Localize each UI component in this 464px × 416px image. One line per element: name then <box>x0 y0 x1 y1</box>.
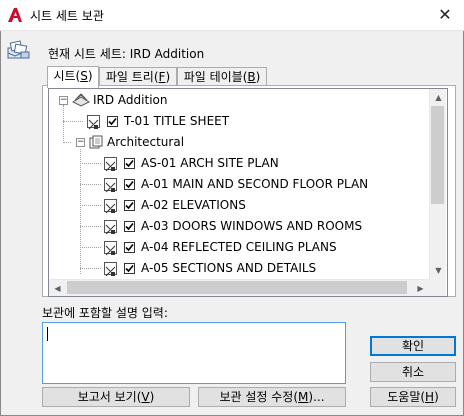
tree-root-label: IRD Addition <box>93 93 168 107</box>
sheet-label: A-01 MAIN AND SECOND FLOOR PLAN <box>141 177 369 191</box>
current-sheet-set-label: 현재 시트 세트: IRD Addition <box>48 47 205 61</box>
collapse-icon[interactable]: − <box>76 138 85 147</box>
archive-package-icon <box>7 40 30 59</box>
tree-node-sheet[interactable]: A-05 SECTIONS AND DETAILS <box>49 258 429 278</box>
cancel-button[interactable]: 취소 <box>370 362 456 382</box>
include-checkbox[interactable] <box>124 179 135 190</box>
window-title: 시트 세트 보관 <box>30 9 104 23</box>
sheet-set-icon <box>71 93 91 107</box>
include-checkbox[interactable] <box>124 158 135 169</box>
tree-node-subset[interactable]: − Architectural <box>49 132 429 152</box>
scroll-up-icon[interactable]: ▲ <box>430 89 447 106</box>
scroll-left-icon[interactable]: ◀ <box>49 280 66 297</box>
tree-node-sheet[interactable]: A-04 REFLECTED CEILING PLANS <box>49 237 429 257</box>
sheet-label: A-03 DOORS WINDOWS AND ROOMS <box>141 219 363 233</box>
sheet-layout-icon <box>104 157 117 172</box>
description-input[interactable] <box>42 322 346 384</box>
sheet-layout-icon <box>104 262 117 277</box>
autocad-app-icon[interactable] <box>6 6 24 24</box>
collapse-icon[interactable]: − <box>59 96 68 105</box>
include-checkbox[interactable] <box>124 242 135 253</box>
include-checkbox[interactable] <box>124 200 135 211</box>
title-bar: 시트 세트 보관 ✕ <box>0 0 464 31</box>
description-label: 보관에 포함할 설명 입력: <box>42 306 168 320</box>
sheet-layout-icon <box>104 220 117 235</box>
help-button[interactable]: 도움말(H) <box>370 387 456 407</box>
close-icon[interactable]: ✕ <box>432 3 458 27</box>
scroll-right-icon[interactable]: ▶ <box>412 280 429 297</box>
sheet-layout-icon <box>104 199 117 214</box>
ok-button[interactable]: 확인 <box>370 336 456 356</box>
sheet-label: A-05 SECTIONS AND DETAILS <box>141 261 317 275</box>
vertical-scroll-thumb[interactable] <box>431 106 444 204</box>
sheet-tree[interactable]: − IRD Addition T-01 TITLE SHEET − Archit… <box>48 88 448 297</box>
tab-sheets[interactable]: 시트(S) <box>47 66 99 88</box>
sheet-layout-icon <box>104 178 117 193</box>
tab-file-tree[interactable]: 파일 트리(F) <box>99 67 177 87</box>
include-checkbox[interactable] <box>124 221 135 232</box>
sheet-label: A-02 ELEVATIONS <box>141 198 246 212</box>
scroll-down-icon[interactable]: ▼ <box>430 262 447 279</box>
subset-folder-icon <box>89 135 103 149</box>
tree-node-sheet[interactable]: T-01 TITLE SHEET <box>49 111 429 131</box>
sheet-layout-icon <box>104 241 117 256</box>
sheet-label: T-01 TITLE SHEET <box>124 114 230 128</box>
include-checkbox[interactable] <box>107 116 118 127</box>
view-report-button[interactable]: 보고서 보기(V) <box>42 387 190 407</box>
tree-node-root[interactable]: − IRD Addition <box>49 90 429 110</box>
sheet-label: A-04 REFLECTED CEILING PLANS <box>141 240 337 254</box>
tree-node-sheet[interactable]: A-01 MAIN AND SECOND FLOOR PLAN <box>49 174 429 194</box>
tab-file-table[interactable]: 파일 테이블(B) <box>177 67 267 87</box>
tree-node-sheet[interactable]: AS-01 ARCH SITE PLAN <box>49 153 429 173</box>
modify-archive-settings-button[interactable]: 보관 설정 수정(M)... <box>198 387 346 407</box>
scroll-corner <box>429 279 446 296</box>
include-checkbox[interactable] <box>124 263 135 274</box>
tree-node-sheet[interactable]: A-02 ELEVATIONS <box>49 195 429 215</box>
subset-label: Architectural <box>107 135 185 149</box>
text-caret <box>47 327 48 341</box>
sheet-layout-icon <box>87 115 100 130</box>
tree-node-sheet[interactable]: A-03 DOORS WINDOWS AND ROOMS <box>49 216 429 236</box>
horizontal-scroll-thumb[interactable] <box>67 281 407 294</box>
sheet-label: AS-01 ARCH SITE PLAN <box>141 156 279 170</box>
